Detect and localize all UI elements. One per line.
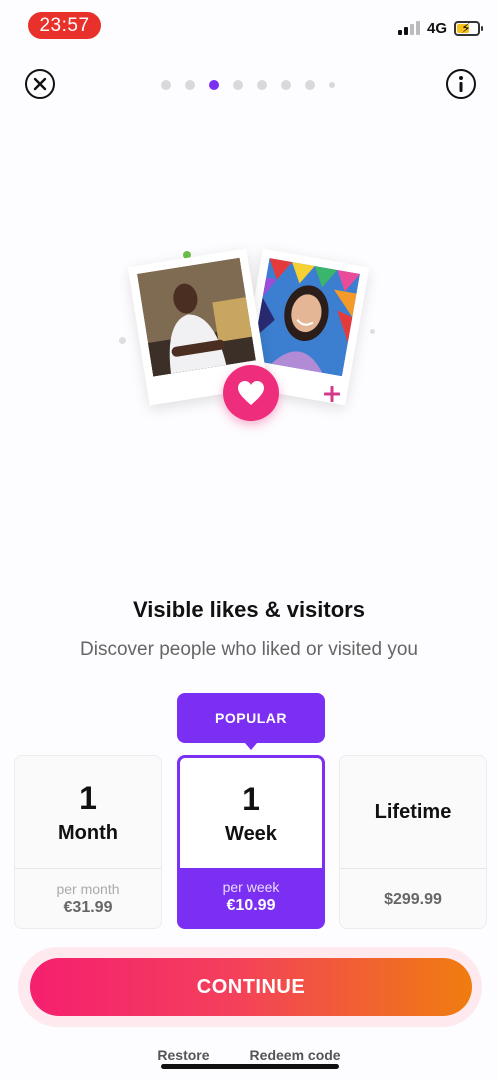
page-dot	[233, 80, 243, 90]
continue-button[interactable]: CONTINUE	[30, 958, 472, 1016]
popular-badge: POPULAR	[177, 693, 325, 750]
paywall-screen: 23:57 4G ⚡ Visible likes & visitors Disc…	[0, 0, 498, 1080]
plan-option-week[interactable]: 1 Week per week €10.99	[177, 755, 325, 929]
close-icon	[33, 77, 47, 91]
decor-dot	[370, 329, 375, 334]
plan-period: per month	[56, 880, 120, 897]
battery-icon: ⚡	[454, 20, 483, 36]
pagination-dots	[161, 80, 335, 90]
continue-button-halo: CONTINUE	[18, 947, 482, 1027]
plan-unit: Week	[225, 822, 277, 845]
page-dot	[281, 80, 291, 90]
plan-option-month[interactable]: 1 Month per month €31.99	[14, 755, 162, 929]
page-subtitle: Discover people who liked or visited you	[80, 639, 418, 660]
info-icon	[459, 76, 463, 92]
status-time: 23:57	[28, 12, 101, 39]
likes-illustration	[110, 245, 390, 435]
plan-number: 1	[79, 779, 97, 816]
status-indicators: 4G ⚡	[397, 18, 483, 38]
plan-price: €10.99	[226, 897, 276, 914]
plus-icon	[324, 386, 340, 402]
info-button[interactable]	[446, 69, 476, 99]
redeem-code-link[interactable]: Redeem code	[250, 1047, 341, 1063]
close-button[interactable]	[25, 69, 55, 99]
plan-unit: Month	[58, 821, 118, 844]
plan-number: 1	[242, 780, 260, 817]
network-label: 4G	[426, 19, 447, 37]
heart-icon	[238, 381, 264, 405]
plan-period: per week	[222, 879, 280, 895]
plan-option-lifetime[interactable]: Lifetime $299.99	[339, 755, 487, 929]
page-dot	[161, 80, 171, 90]
page-dot	[305, 80, 315, 90]
plan-unit: Lifetime	[374, 800, 452, 823]
plan-price: $299.99	[384, 890, 442, 908]
heart-badge	[223, 365, 279, 421]
footer-links: Restore Redeem code	[0, 1047, 498, 1063]
page-dot-active	[209, 80, 219, 90]
page-dot	[329, 82, 335, 88]
page-dot	[257, 80, 267, 90]
woman-photo	[251, 257, 361, 377]
man-photo	[136, 257, 256, 377]
page-dot	[185, 80, 195, 90]
signal-icon	[397, 21, 420, 35]
restore-link[interactable]: Restore	[157, 1047, 209, 1063]
home-indicator[interactable]	[161, 1064, 339, 1069]
plan-price: €31.99	[63, 898, 113, 916]
page-title: Visible likes & visitors	[133, 597, 365, 622]
decor-dot	[119, 337, 126, 344]
